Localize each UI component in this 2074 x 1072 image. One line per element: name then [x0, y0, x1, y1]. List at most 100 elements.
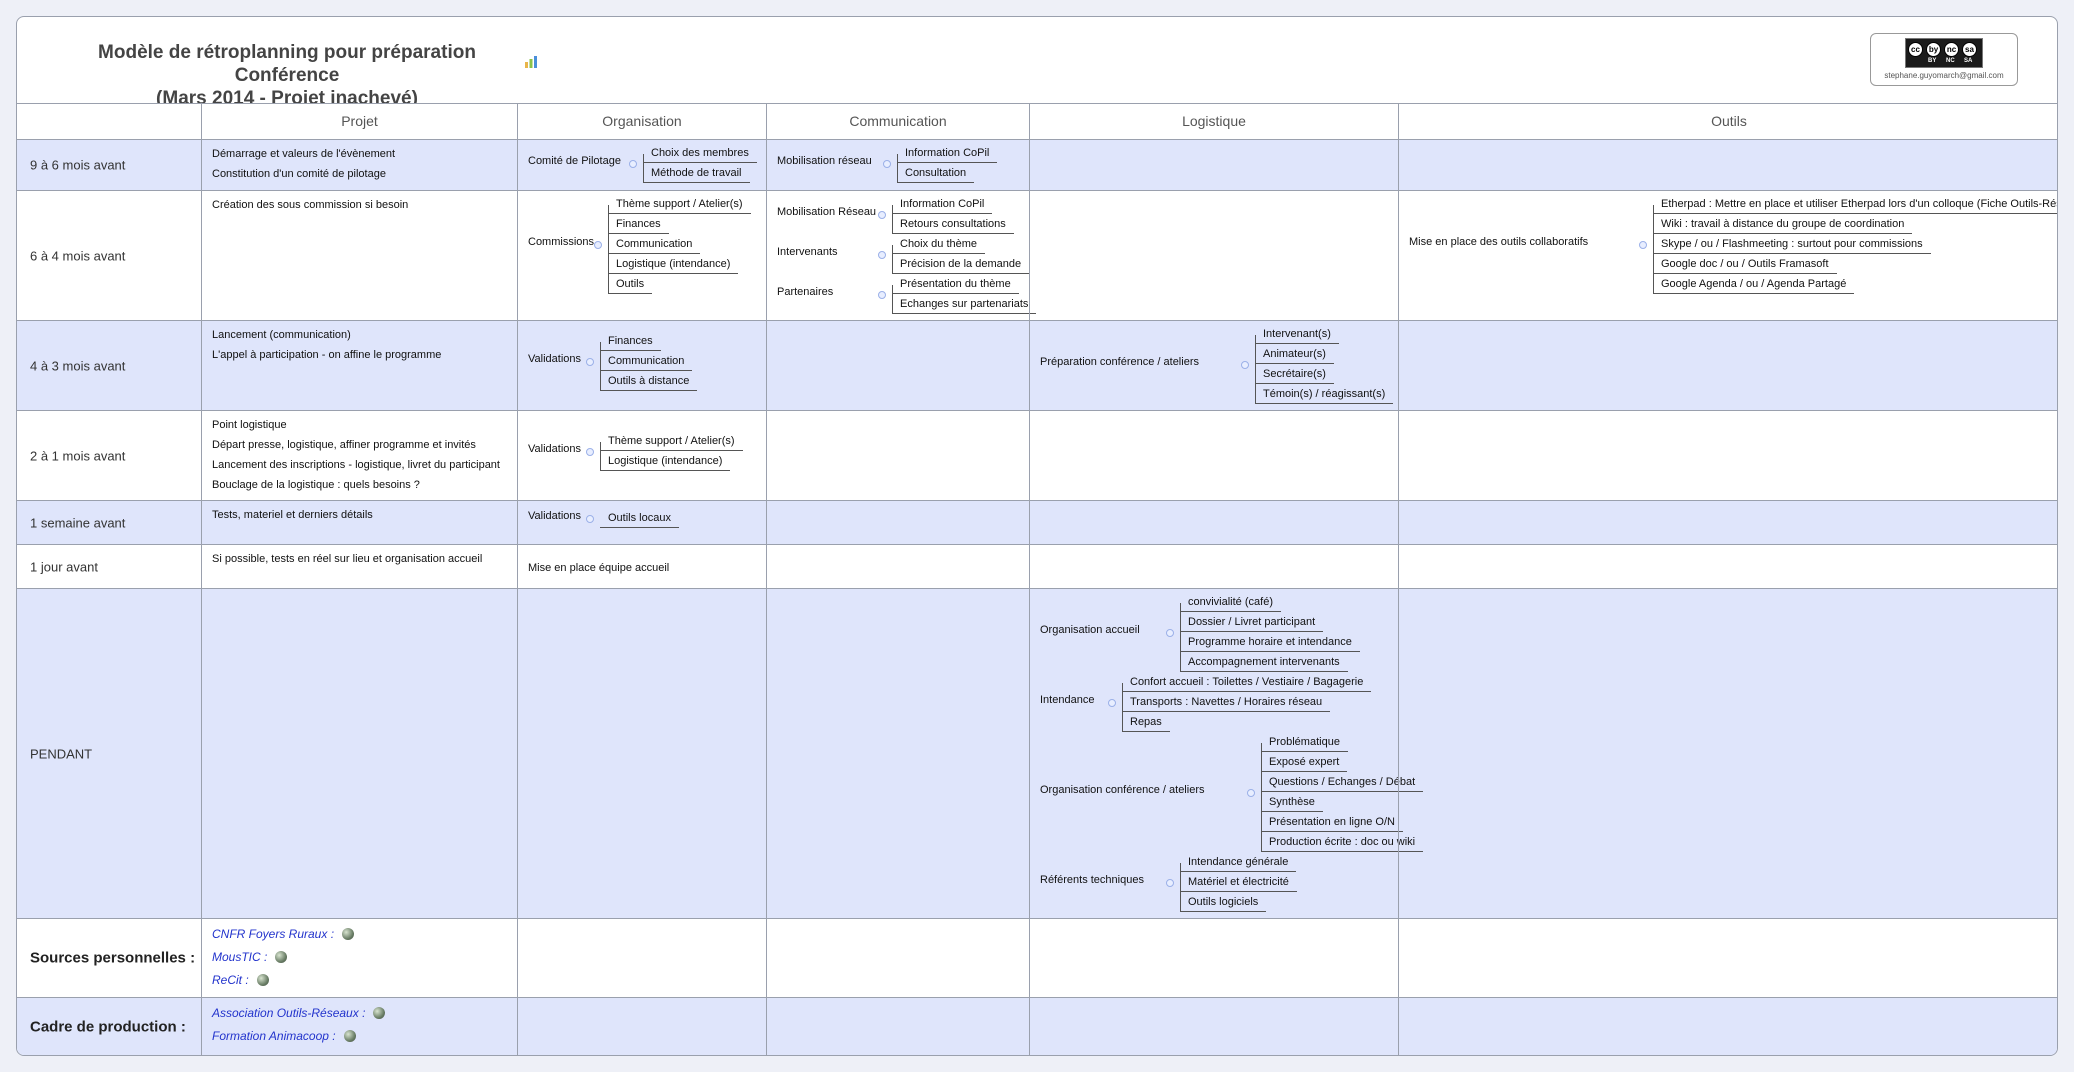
- tree-child-item[interactable]: Information CoPil: [892, 195, 993, 214]
- tree-child-item[interactable]: Outils à distance: [600, 372, 698, 391]
- tree-child-item[interactable]: Skype / ou / Flashmeeting : surtout pour…: [1653, 235, 1931, 254]
- tree-parent-label[interactable]: Validations: [528, 510, 581, 522]
- tree-child-item[interactable]: Précision de la demande: [892, 255, 1030, 274]
- tree-child-item[interactable]: Synthèse: [1261, 793, 1323, 812]
- tree-child-item[interactable]: Témoin(s) / réagissant(s): [1255, 385, 1394, 404]
- globe-icon[interactable]: [275, 951, 288, 963]
- tree-parent-label[interactable]: Commissions: [528, 236, 594, 248]
- tree-parent-label[interactable]: Validations: [528, 353, 581, 365]
- list-item[interactable]: Tests, materiel et derniers détails: [212, 505, 373, 525]
- tree-parent-label[interactable]: Organisation conférence / ateliers: [1040, 784, 1204, 796]
- tree-child-item[interactable]: Finances: [600, 332, 661, 351]
- tree-child-item[interactable]: Finances: [608, 215, 669, 234]
- tree-child-item[interactable]: Transports : Navettes / Horaires réseau: [1122, 693, 1331, 712]
- tree-child-item[interactable]: Matériel et électricité: [1180, 873, 1297, 892]
- collapse-toggle-icon[interactable]: [594, 241, 602, 249]
- collapse-toggle-icon[interactable]: [629, 160, 637, 168]
- tree-child-item[interactable]: Choix des membres: [643, 144, 757, 163]
- link-text[interactable]: CNFR Foyers Ruraux :: [212, 927, 334, 941]
- link-text[interactable]: Association Outils-Réseaux :: [212, 1006, 365, 1020]
- external-link[interactable]: MousTIC :: [212, 946, 354, 969]
- tree-child-item[interactable]: Exposé expert: [1261, 753, 1348, 772]
- tree-parent-label[interactable]: Préparation conférence / ateliers: [1040, 356, 1199, 368]
- tree-child-item[interactable]: Programme horaire et intendance: [1180, 633, 1360, 652]
- collapse-toggle-icon[interactable]: [586, 448, 594, 456]
- tree-child-item[interactable]: Wiki : travail à distance du groupe de c…: [1653, 215, 1913, 234]
- tree-child-item[interactable]: convivialité (café): [1180, 593, 1281, 612]
- list-item[interactable]: Mise en place équipe accueil: [528, 558, 669, 578]
- tree-child-item[interactable]: Logistique (intendance): [608, 255, 739, 274]
- tree-parent-label[interactable]: Validations: [528, 443, 581, 455]
- collapse-toggle-icon[interactable]: [1247, 789, 1255, 797]
- tree-parent-label[interactable]: Intendance: [1040, 694, 1094, 706]
- list-item[interactable]: Lancement des inscriptions - logistique,…: [212, 455, 500, 475]
- tree-parent-label[interactable]: Intervenants: [777, 246, 838, 258]
- collapse-toggle-icon[interactable]: [586, 358, 594, 366]
- collapse-toggle-icon[interactable]: [586, 515, 594, 523]
- list-item[interactable]: Point logistique: [212, 415, 500, 435]
- list-item[interactable]: Constitution d'un comité de pilotage: [212, 164, 395, 184]
- collapse-toggle-icon[interactable]: [1639, 241, 1647, 249]
- tree-child-item[interactable]: Google Agenda / ou / Agenda Partagé: [1653, 275, 1855, 294]
- tree-parent-label[interactable]: Mobilisation Réseau: [777, 206, 876, 218]
- list-item[interactable]: Départ presse, logistique, affiner progr…: [212, 435, 500, 455]
- tree-child-item[interactable]: Outils logiciels: [1180, 893, 1267, 912]
- tree-parent-label[interactable]: Organisation accueil: [1040, 624, 1140, 636]
- tree-parent-label[interactable]: Mise en place des outils collaboratifs: [1409, 236, 1588, 248]
- tree-child-item[interactable]: Echanges sur partenariats: [892, 295, 1037, 314]
- tree-child-item[interactable]: Outils locaux: [600, 509, 679, 528]
- list-item[interactable]: Démarrage et valeurs de l'évènement: [212, 144, 395, 164]
- license-box[interactable]: cc by nc sa BY NC SA stephane.guyomarch@…: [1870, 33, 2018, 86]
- list-item[interactable]: Création des sous commission si besoin: [212, 195, 408, 215]
- tree-child-item[interactable]: Repas: [1122, 713, 1170, 732]
- collapse-toggle-icon[interactable]: [878, 291, 886, 299]
- tree-child-item[interactable]: Communication: [600, 352, 693, 371]
- tree-child-item[interactable]: Confort accueil : Toilettes / Vestiaire …: [1122, 673, 1372, 692]
- tree-child-item[interactable]: Animateur(s): [1255, 345, 1334, 364]
- link-text[interactable]: ReCit :: [212, 973, 249, 987]
- tree-child-item[interactable]: Intervenant(s): [1255, 325, 1339, 344]
- tree-child-item[interactable]: Thème support / Atelier(s): [600, 432, 743, 451]
- tree-child-item[interactable]: Présentation en ligne O/N: [1261, 813, 1403, 832]
- collapse-toggle-icon[interactable]: [883, 160, 891, 168]
- tree-child-item[interactable]: Consultation: [897, 164, 975, 183]
- collapse-toggle-icon[interactable]: [1166, 879, 1174, 887]
- external-link[interactable]: CNFR Foyers Ruraux :: [212, 923, 355, 946]
- tree-child-item[interactable]: Outils: [608, 275, 653, 294]
- link-text[interactable]: Formation Animacoop :: [212, 1029, 336, 1043]
- tree-child-item[interactable]: Présentation du thème: [892, 275, 1019, 294]
- list-item[interactable]: Bouclage de la logistique : quels besoin…: [212, 475, 500, 495]
- list-item[interactable]: L'appel à participation - on affine le p…: [212, 345, 441, 365]
- external-link[interactable]: Formation Animacoop :: [212, 1025, 385, 1048]
- tree-parent-label[interactable]: Partenaires: [777, 286, 833, 298]
- collapse-toggle-icon[interactable]: [878, 251, 886, 259]
- collapse-toggle-icon[interactable]: [878, 211, 886, 219]
- globe-icon[interactable]: [343, 1030, 356, 1042]
- tree-parent-label[interactable]: Comité de Pilotage: [528, 155, 621, 167]
- tree-child-item[interactable]: Problématique: [1261, 733, 1348, 752]
- globe-icon[interactable]: [373, 1007, 386, 1019]
- tree-child-item[interactable]: Information CoPil: [897, 144, 998, 163]
- tree-child-item[interactable]: Etherpad : Mettre en place et utiliser E…: [1653, 195, 2057, 214]
- tree-child-item[interactable]: Méthode de travail: [643, 164, 750, 183]
- external-link[interactable]: ReCit :: [212, 969, 354, 992]
- tree-child-item[interactable]: Secrétaire(s): [1255, 365, 1334, 384]
- tree-child-item[interactable]: Communication: [608, 235, 701, 254]
- collapse-toggle-icon[interactable]: [1241, 361, 1249, 369]
- tree-child-item[interactable]: Thème support / Atelier(s): [608, 195, 751, 214]
- tree-child-item[interactable]: Dossier / Livret participant: [1180, 613, 1324, 632]
- list-item[interactable]: Si possible, tests en réel sur lieu et o…: [212, 549, 482, 569]
- tree-child-item[interactable]: Accompagnement intervenants: [1180, 653, 1348, 672]
- collapse-toggle-icon[interactable]: [1166, 629, 1174, 637]
- globe-icon[interactable]: [342, 928, 355, 940]
- tree-parent-label[interactable]: Référents techniques: [1040, 874, 1144, 886]
- external-link[interactable]: Association Outils-Réseaux :: [212, 1002, 386, 1025]
- link-text[interactable]: MousTIC :: [212, 950, 267, 964]
- tree-child-item[interactable]: Choix du thème: [892, 235, 986, 254]
- tree-child-item[interactable]: Intendance générale: [1180, 853, 1297, 872]
- globe-icon[interactable]: [256, 974, 269, 986]
- list-item[interactable]: Lancement (communication): [212, 325, 441, 345]
- tree-child-item[interactable]: Google doc / ou / Outils Framasoft: [1653, 255, 1837, 274]
- tree-child-item[interactable]: Retours consultations: [892, 215, 1014, 234]
- tree-parent-label[interactable]: Mobilisation réseau: [777, 155, 872, 167]
